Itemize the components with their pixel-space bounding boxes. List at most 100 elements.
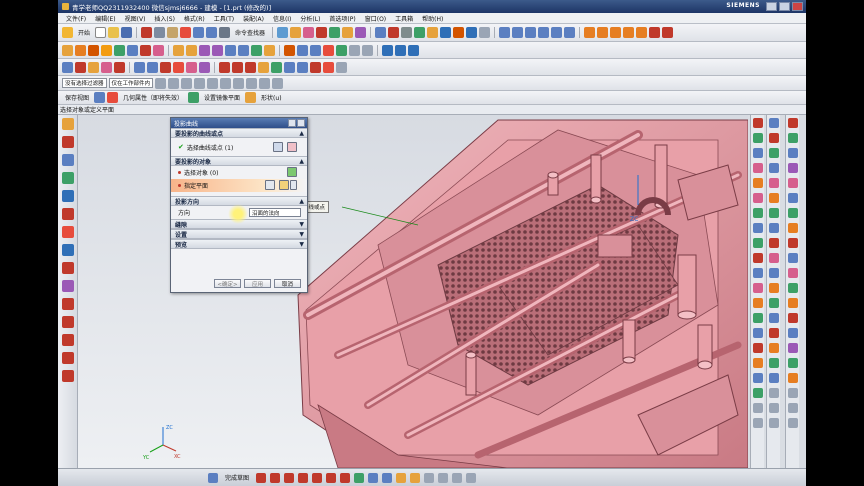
delete-face-icon[interactable]	[362, 44, 373, 56]
group-curves-header[interactable]: 要投影的曲线或点 ▲	[171, 128, 307, 138]
extend-icon[interactable]	[410, 472, 421, 483]
stop-icon[interactable]	[649, 27, 661, 38]
polygon-icon[interactable]	[340, 472, 351, 483]
point-tool-icon[interactable]	[61, 316, 74, 328]
extend-icon[interactable]	[768, 193, 779, 203]
electrode-icon[interactable]	[752, 343, 763, 353]
menu-toolbox[interactable]: 工具箱	[395, 14, 413, 23]
runner-icon[interactable]	[752, 313, 763, 323]
thread-icon[interactable]	[114, 44, 125, 56]
line-icon[interactable]	[61, 136, 74, 148]
menu-file[interactable]: 文件(F)	[66, 14, 86, 23]
end-point-icon[interactable]	[168, 77, 180, 89]
palette-icon[interactable]	[61, 280, 74, 292]
new-file-icon[interactable]	[95, 27, 107, 38]
show-icon[interactable]	[636, 27, 648, 38]
check-icon[interactable]	[752, 418, 763, 428]
divide-curve-icon[interactable]	[297, 61, 308, 73]
group-objects-header[interactable]: 要投影的对象 ▲	[171, 156, 307, 166]
select-curve-icon[interactable]	[287, 142, 297, 152]
silhouette-icon[interactable]	[768, 328, 779, 338]
mesh-icon[interactable]	[310, 44, 321, 56]
plane-type-icon[interactable]	[279, 180, 289, 190]
chevron-down-icon[interactable]	[290, 180, 297, 190]
pocket-icon[interactable]	[355, 27, 367, 38]
select-filter-dropdown[interactable]: 没有选择过滤器	[62, 78, 107, 88]
set-mirror-plane[interactable]: 设置镜像平面	[204, 93, 240, 102]
menu-insert[interactable]: 插入(S)	[154, 14, 175, 23]
part-navigator-icon[interactable]	[61, 154, 74, 166]
ejector-icon[interactable]	[752, 253, 763, 263]
box-icon[interactable]	[768, 133, 779, 143]
fit-icon[interactable]	[414, 27, 426, 38]
layer-icon[interactable]	[375, 27, 387, 38]
dimension-icon[interactable]	[424, 472, 435, 483]
snap-point-icon[interactable]	[155, 77, 167, 89]
subtract-icon[interactable]	[140, 44, 151, 56]
text-curve-icon[interactable]	[271, 61, 282, 73]
view-back-icon[interactable]	[551, 27, 563, 38]
ok-button[interactable]: <确定>	[214, 279, 241, 288]
section-icon[interactable]	[395, 44, 406, 56]
project-curve-icon[interactable]	[147, 61, 158, 73]
green2-icon[interactable]	[787, 283, 798, 293]
hole-table-icon[interactable]	[752, 403, 763, 413]
shape-icon[interactable]	[245, 92, 257, 103]
offset-tool-icon[interactable]	[61, 352, 74, 364]
gate-icon[interactable]	[752, 298, 763, 308]
direction-select[interactable]: 沿面的法向	[249, 208, 301, 217]
helix-icon[interactable]	[258, 61, 269, 73]
clip-icon[interactable]	[408, 44, 419, 56]
analysis-curve-icon[interactable]	[336, 61, 347, 73]
mold-tool-icon[interactable]	[752, 133, 763, 143]
polyline-icon[interactable]	[219, 61, 230, 73]
existing-point-icon[interactable]	[246, 77, 258, 89]
cavity-icon[interactable]	[752, 193, 763, 203]
view-front-icon[interactable]	[499, 27, 511, 38]
draft-icon[interactable]	[212, 44, 223, 56]
menu-view[interactable]: 视图(V)	[125, 14, 146, 23]
measure-icon[interactable]	[382, 44, 393, 56]
bom-icon[interactable]	[752, 373, 763, 383]
purple2-icon[interactable]	[787, 343, 798, 353]
constraint-icon[interactable]	[438, 472, 449, 483]
patch-icon[interactable]	[752, 163, 763, 173]
through-curves-icon[interactable]	[297, 44, 308, 56]
apply-button[interactable]: 应用	[244, 279, 271, 288]
blend-icon[interactable]	[173, 44, 184, 56]
isoparam-icon[interactable]	[768, 403, 779, 413]
move-face-icon[interactable]	[349, 44, 360, 56]
view-iso-icon[interactable]	[538, 27, 550, 38]
split-body-icon[interactable]	[238, 44, 249, 56]
orange3-icon[interactable]	[787, 373, 798, 383]
standard-part-icon[interactable]	[752, 238, 763, 248]
navigator-icon[interactable]	[61, 118, 74, 130]
layout-icon[interactable]	[752, 208, 763, 218]
swoop-icon[interactable]	[768, 313, 779, 323]
menu-window[interactable]: 窗口(O)	[365, 14, 386, 23]
red2-icon[interactable]	[787, 313, 798, 323]
gray2-icon[interactable]	[787, 403, 798, 413]
pink-icon[interactable]	[787, 178, 798, 188]
spline-icon[interactable]	[114, 61, 125, 73]
blue2-icon[interactable]	[787, 253, 798, 263]
extract-icon[interactable]	[336, 44, 347, 56]
menu-edit[interactable]: 编辑(E)	[95, 14, 115, 23]
datum-icon[interactable]	[316, 27, 328, 38]
trim-body-icon[interactable]	[225, 44, 236, 56]
orange2-icon[interactable]	[787, 298, 798, 308]
render-icon[interactable]	[388, 27, 400, 38]
intersect-curve-icon[interactable]	[160, 61, 171, 73]
bounding-icon[interactable]	[768, 163, 779, 173]
studio-icon[interactable]	[768, 298, 779, 308]
redo-icon[interactable]	[206, 27, 218, 38]
line-icon[interactable]	[270, 472, 281, 483]
divide-face-icon[interactable]	[768, 223, 779, 233]
join-curve-icon[interactable]	[199, 61, 210, 73]
arc-icon[interactable]	[284, 472, 295, 483]
circle-icon[interactable]	[101, 61, 112, 73]
delete-icon[interactable]	[180, 27, 192, 38]
chamfer-icon[interactable]	[186, 44, 197, 56]
menu-help[interactable]: 帮助(H)	[422, 14, 443, 23]
menu-preferences[interactable]: 首选项(P)	[329, 14, 355, 23]
